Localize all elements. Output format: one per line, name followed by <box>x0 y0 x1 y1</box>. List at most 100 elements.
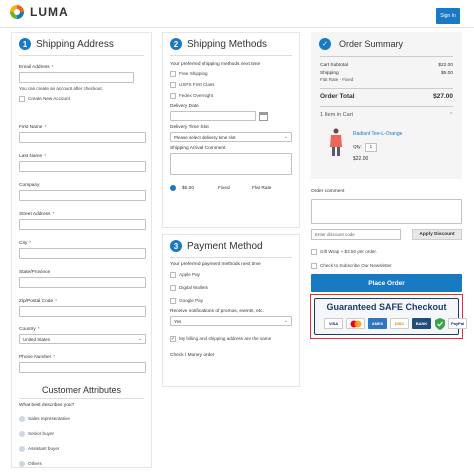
chevron-down-icon: ⌄ <box>283 134 288 140</box>
payment-option[interactable]: Digital Wallets <box>170 282 292 293</box>
last-name-field[interactable] <box>19 161 146 172</box>
last-name-label: Last Name * <box>19 154 47 159</box>
arrival-comment-label: Shipping Arrival Comment <box>170 146 226 151</box>
newsletter-checkbox[interactable]: Check to Subscribe Our Newsletter <box>311 261 392 270</box>
state-field[interactable] <box>19 277 146 288</box>
items-in-cart-toggle[interactable]: 1 Item in Cart ⌃ <box>320 106 453 118</box>
order-comment-textarea[interactable] <box>311 199 462 224</box>
section-title: Shipping Address <box>36 38 114 50</box>
shield-check-icon <box>434 317 445 330</box>
customer-attributes: Customer Attributes What best describes … <box>12 385 151 472</box>
calendar-icon[interactable] <box>259 111 268 121</box>
attribute-option[interactable]: Senior buyer <box>19 427 144 440</box>
checkbox-icon <box>170 297 176 304</box>
payment-option[interactable]: Apple Pay <box>170 269 292 280</box>
shipping-option[interactable]: Free Shipping <box>170 69 292 78</box>
luma-logo-icon <box>10 5 24 19</box>
promo-label: Receive notifications of promos, events,… <box>170 309 264 314</box>
phone-field[interactable] <box>19 362 146 373</box>
radio-icon <box>19 460 25 467</box>
country-label: Country * <box>19 327 40 332</box>
promo-select[interactable]: Yes ⌄ <box>170 316 292 326</box>
company-field[interactable] <box>19 190 146 201</box>
place-order-button[interactable]: Place Order <box>311 274 462 292</box>
shipping-option[interactable]: USPS First Class <box>170 80 292 89</box>
section-title: Shipping Methods <box>187 38 268 50</box>
email-note: You can create an account after checkout… <box>19 86 103 91</box>
mastercard-icon <box>346 318 365 329</box>
chevron-down-icon: ⌄ <box>137 336 142 342</box>
payment-method-name: Check / Money order <box>170 353 215 358</box>
check-circle-icon: ✓ <box>319 38 331 50</box>
checkbox-icon <box>170 81 176 88</box>
attributes-question: What best describes you? <box>19 403 75 408</box>
preferred-payment-label: Your preferred payment methods next time <box>170 262 261 267</box>
street-field[interactable] <box>19 219 146 230</box>
checkbox-icon <box>19 95 25 102</box>
delivery-date-field[interactable] <box>170 111 256 121</box>
product-price: $22.00 <box>353 156 369 162</box>
payment-option[interactable]: Google Pay <box>170 295 292 306</box>
arrival-comment-textarea[interactable] <box>170 153 292 175</box>
delivery-slot-select[interactable]: Please select delivery time slot ⌄ <box>170 132 292 142</box>
delivery-date-label: Delivery Date <box>170 104 199 109</box>
shipping-rate-row[interactable]: $5.00 Fixed Flat Rate <box>170 185 292 191</box>
chevron-up-icon: ⌃ <box>448 112 453 118</box>
checkbox-icon <box>311 262 317 269</box>
shipping-row: Shipping $5.00 <box>320 71 453 76</box>
attribute-option[interactable]: Sales representative <box>19 412 144 425</box>
email-label: Email Address * <box>19 65 54 70</box>
product-image <box>329 127 343 157</box>
shipping-option[interactable]: Fedex Overnight <box>170 91 292 100</box>
email-field[interactable] <box>19 72 134 83</box>
divider <box>320 56 453 57</box>
safe-checkout-title: Guaranteed SAFE Checkout <box>326 302 447 312</box>
create-account-checkbox[interactable]: Create New Account <box>19 94 144 103</box>
discover-icon: DISC <box>390 318 409 329</box>
order-summary: ✓ Order Summary Cart Subtotal $22.00 Ship… <box>311 32 462 179</box>
logo[interactable]: LUMA <box>10 5 69 19</box>
phone-label: Phone Number * <box>19 355 56 360</box>
first-name-field[interactable] <box>19 132 146 143</box>
shipping-address-section: 1 Shipping Address Email Address * You ca… <box>11 32 152 468</box>
checkbox-icon <box>170 70 176 77</box>
customer-attributes-title: Customer Attributes <box>41 385 122 395</box>
preferred-shipping-label: Your preferred shipping methods next tim… <box>170 62 261 67</box>
order-summary-title: Order Summary <box>339 39 404 49</box>
shipping-methods-section: 2 Shipping Methods Your preferred shippi… <box>162 32 300 228</box>
sign-in-button[interactable]: Sign In <box>436 8 460 24</box>
divider <box>170 55 292 56</box>
bank-transfer-icon: BANK <box>412 318 431 329</box>
order-comment-label: Order comment <box>311 189 345 194</box>
shipping-method-text: Flat Rate - Fixed <box>320 77 354 82</box>
payment-method-section: 3 Payment Method Your preferred payment … <box>162 234 300 387</box>
discount-code-input[interactable]: Enter discount code <box>311 229 401 240</box>
amex-icon: AMEX <box>368 318 387 329</box>
section-title: Payment Method <box>187 240 263 252</box>
checkbox-icon <box>170 92 176 99</box>
gift-wrap-checkbox[interactable]: Gift Wrap + $3.50 per order. <box>311 247 377 256</box>
attribute-option[interactable]: Assistant buyer <box>19 442 144 455</box>
checkbox-icon <box>170 271 176 278</box>
attribute-option[interactable]: Others <box>19 457 144 470</box>
divider <box>19 55 144 56</box>
country-select[interactable]: United States ⌄ <box>19 334 146 344</box>
zip-field[interactable] <box>19 306 146 317</box>
city-field[interactable] <box>19 248 146 259</box>
divider <box>170 257 292 258</box>
visa-icon: VISA <box>324 318 343 329</box>
radio-icon <box>19 445 25 452</box>
zip-label: Zip/Postal Code * <box>19 299 58 304</box>
brand-name: LUMA <box>30 5 69 19</box>
city-label: City * <box>19 241 32 246</box>
checkbox-icon <box>170 284 176 291</box>
apply-discount-button[interactable]: Apply Discount <box>412 229 462 240</box>
subtotal-row: Cart Subtotal $22.00 <box>320 63 453 68</box>
product-name-link[interactable]: Radiant Tee-L-Orange <box>353 131 402 137</box>
state-label: State/Province <box>19 270 51 275</box>
step-number: 1 <box>19 38 31 50</box>
street-label: Street Address * <box>19 212 55 217</box>
qty-input[interactable]: 1 <box>364 143 377 152</box>
checkbox-icon <box>311 248 317 255</box>
billing-same-checkbox[interactable]: ✓ My billing and shipping address are th… <box>170 334 292 343</box>
